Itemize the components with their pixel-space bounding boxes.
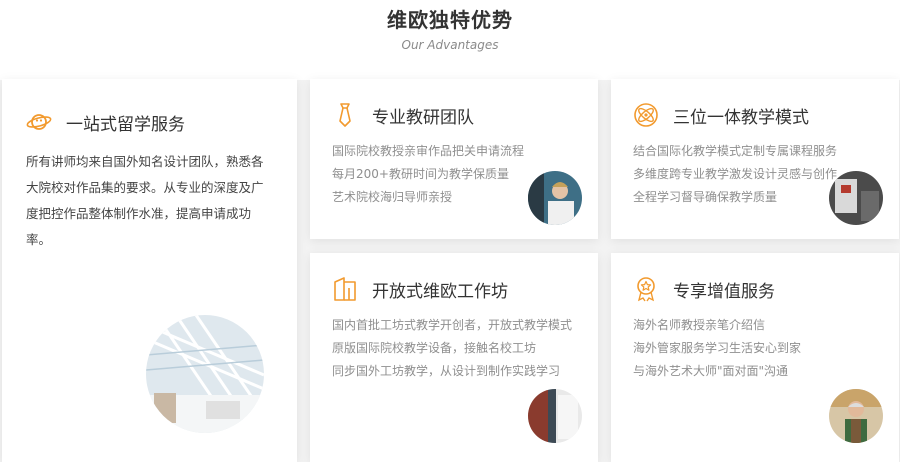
workshop-photo: [528, 389, 582, 443]
card-value-added-service[interactable]: 专享增值服务 海外名师教授亲笔介绍信 海外管家服务学习生活安心到家 与海外艺术大…: [611, 253, 899, 462]
card-line: 海外名师教授亲笔介绍信: [633, 318, 766, 332]
card-line: 国际院校教授亲审作品把关申请流程: [332, 144, 525, 158]
card-one-stop-service[interactable]: 一站式留学服务 所有讲师均来自国外知名设计团队，熟悉各大院校对作品集的要求。从专…: [2, 79, 297, 462]
card-title: 开放式维欧工作坊: [372, 281, 508, 302]
card-line: 原版国际院校教学设备，接触名校工坊: [332, 341, 537, 355]
card-description: 所有讲师均来自国外知名设计团队，熟悉各大院校对作品集的要求。从专业的深度及广度把…: [26, 154, 264, 247]
card-teaching-mode[interactable]: 三位一体教学模式 结合国际化教学模式定制专属课程服务 多维度跨专业教学激发设计灵…: [611, 79, 899, 239]
card-open-workshop[interactable]: 开放式维欧工作坊 国内首批工坊式教学开创者，开放式教学模式 原版国际院校教学设备…: [310, 253, 598, 462]
card-title: 三位一体教学模式: [673, 107, 809, 128]
workshop-icon: [332, 276, 358, 302]
atom-icon: [633, 102, 659, 128]
card-title: 专业教研团队: [372, 107, 474, 128]
architecture-photo: [146, 315, 264, 433]
classroom-photo: [829, 171, 883, 225]
card-line: 海外管家服务学习生活安心到家: [633, 341, 802, 355]
card-line: 同步国外工坊教学，从设计到制作实践学习: [332, 364, 561, 378]
medal-icon: [633, 276, 659, 302]
planet-icon: [26, 109, 52, 135]
card-line: 结合国际化教学模式定制专属课程服务: [633, 144, 838, 158]
card-line: 与海外艺术大师"面对面"沟通: [633, 364, 789, 378]
artist-photo: [829, 389, 883, 443]
card-research-team[interactable]: 专业教研团队 国际院校教授亲审作品把关申请流程 每月200+教研时间为教学保质量…: [310, 79, 598, 239]
teacher-photo: [528, 171, 582, 225]
section-title: 维欧独特优势: [387, 8, 513, 32]
card-title: 一站式留学服务: [66, 114, 185, 135]
card-line: 国内首批工坊式教学开创者，开放式教学模式: [332, 318, 573, 332]
section-subtitle: Our Advantages: [401, 38, 499, 52]
tie-icon: [332, 102, 358, 128]
card-title: 专享增值服务: [673, 281, 775, 302]
